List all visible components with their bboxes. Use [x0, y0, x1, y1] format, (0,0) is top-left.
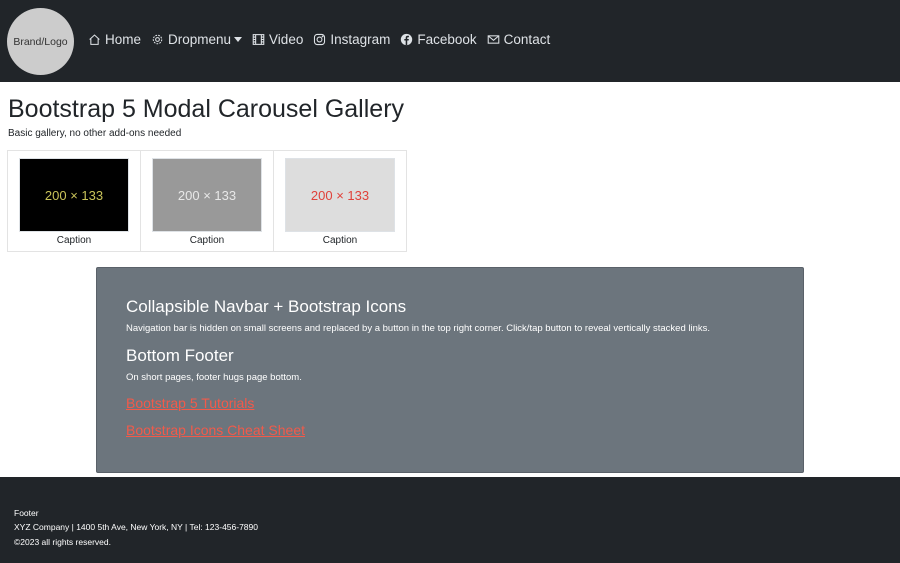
- gallery-image-1[interactable]: 200 × 133: [19, 158, 129, 232]
- nav-item-dropmenu[interactable]: Dropmenu: [151, 32, 243, 47]
- gallery-item-3[interactable]: 200 × 133 Caption: [273, 150, 407, 252]
- nav-item-instagram[interactable]: Instagram: [313, 32, 390, 47]
- gallery-item-2[interactable]: 200 × 133 Caption: [140, 150, 274, 252]
- navbar: Brand/Logo Home Dropmenu Video Instagram…: [0, 0, 900, 82]
- gallery-image-2[interactable]: 200 × 133: [152, 158, 262, 232]
- nav-item-contact[interactable]: Contact: [487, 32, 551, 47]
- panel-heading-footer: Bottom Footer: [126, 346, 234, 365]
- nav-item-label: Dropmenu: [168, 32, 232, 47]
- gear-icon: [152, 34, 163, 45]
- page-subtitle: Basic gallery, no other add-ons needed: [8, 128, 182, 139]
- gallery-caption-3: Caption: [322, 235, 358, 246]
- footer-title: Footer: [14, 508, 39, 518]
- facebook-icon: [401, 33, 413, 46]
- gallery: 200 × 133 Caption 200 × 133 Caption 200 …: [7, 150, 407, 252]
- panel-text-navbar: Navigation bar is hidden on small screen…: [126, 323, 711, 334]
- nav-item-label: Video: [269, 32, 304, 47]
- panel-heading-navbar: Collapsible Navbar + Bootstrap Icons: [126, 297, 407, 316]
- envelope-icon: [487, 35, 499, 44]
- info-panel: Collapsible Navbar + Bootstrap Icons Nav…: [96, 267, 804, 473]
- link-bootstrap-tutorials[interactable]: Bootstrap 5 Tutorials: [126, 395, 254, 411]
- gallery-caption-2: Caption: [189, 235, 225, 246]
- footer: Footer XYZ Company | 1400 5th Ave, New Y…: [0, 477, 900, 563]
- gallery-item-1[interactable]: 200 × 133 Caption: [7, 150, 141, 252]
- gallery-image-3[interactable]: 200 × 133: [285, 158, 395, 232]
- nav-item-video[interactable]: Video: [252, 32, 303, 47]
- nav-item-label: Instagram: [330, 32, 391, 47]
- nav-item-label: Home: [105, 32, 142, 47]
- nav-item-label: Facebook: [417, 32, 477, 47]
- house-icon: [89, 34, 100, 45]
- footer-copyright: ©2023 all rights reserved.: [14, 537, 111, 547]
- gallery-caption-1: Caption: [56, 235, 92, 246]
- nav-item-label: Contact: [503, 32, 551, 47]
- brand-logo[interactable]: Brand/Logo: [7, 8, 74, 75]
- link-icons-cheat-sheet[interactable]: Bootstrap Icons Cheat Sheet: [126, 422, 305, 438]
- nav-item-home[interactable]: Home: [88, 32, 141, 47]
- footer-address: XYZ Company | 1400 5th Ave, New York, NY…: [14, 522, 258, 532]
- nav-item-facebook[interactable]: Facebook: [400, 32, 477, 47]
- instagram-icon: [314, 33, 326, 46]
- nav-links: Home Dropmenu Video Instagram Facebook C…: [88, 32, 560, 47]
- panel-text-footer: On short pages, footer hugs page bottom.: [126, 372, 302, 383]
- film-icon: [252, 34, 265, 45]
- chevron-down-icon: [234, 37, 243, 42]
- page-title: Bootstrap 5 Modal Carousel Gallery: [8, 95, 405, 123]
